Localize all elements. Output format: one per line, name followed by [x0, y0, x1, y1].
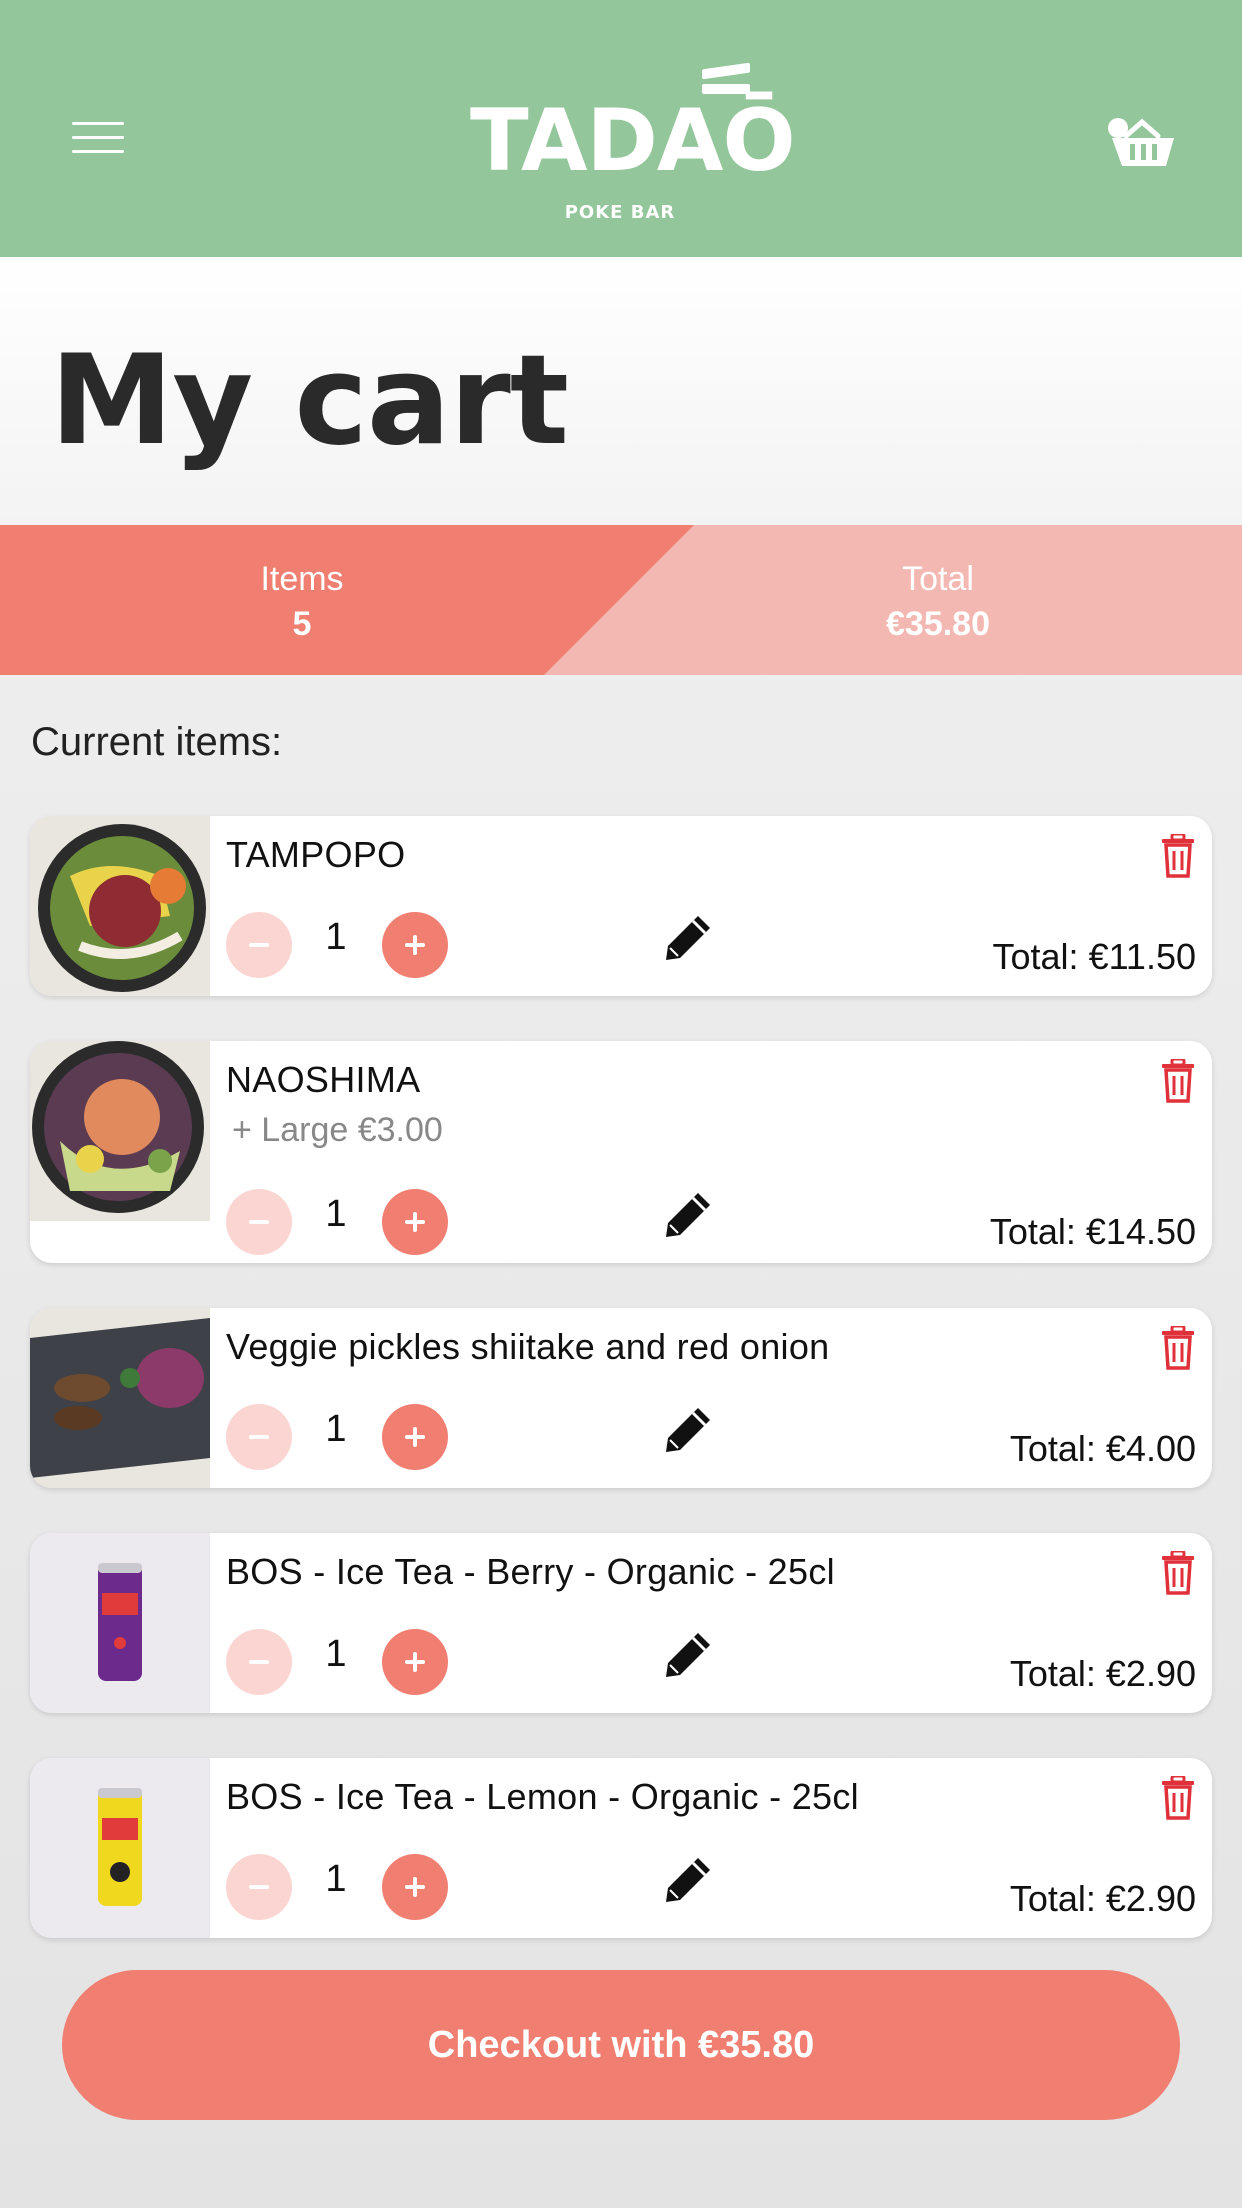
product-image	[30, 1533, 210, 1713]
pencil-icon[interactable]	[662, 1629, 714, 1681]
decrease-quantity-button[interactable]	[226, 1189, 292, 1255]
items-value: 5	[292, 605, 312, 643]
item-total: Total: €14.50	[989, 1211, 1196, 1252]
item-name: TAMPOPO	[226, 834, 406, 875]
cart-item: Veggie pickles shiitake and red onion 1 …	[30, 1308, 1212, 1488]
page-title: My cart	[50, 329, 569, 473]
item-total: Total: €4.00	[1009, 1428, 1196, 1469]
basket-icon[interactable]	[1106, 114, 1178, 170]
trash-icon[interactable]	[1160, 1326, 1196, 1370]
item-name: BOS - Ice Tea - Berry - Organic - 25cl	[226, 1551, 835, 1592]
pencil-icon[interactable]	[662, 1404, 714, 1456]
quantity-value: 1	[325, 916, 347, 958]
trash-icon[interactable]	[1160, 834, 1196, 878]
hamburger-menu-icon[interactable]	[72, 122, 126, 154]
trash-icon[interactable]	[1160, 1059, 1196, 1103]
brand-subtitle: POKE BAR	[564, 202, 676, 223]
items-count-block: Items 5	[52, 525, 552, 675]
decrease-quantity-button[interactable]	[226, 1404, 292, 1470]
trash-icon[interactable]	[1160, 1551, 1196, 1595]
cart-item: BOS - Ice Tea - Berry - Organic - 25cl 1…	[30, 1533, 1212, 1713]
cart-summary: Items 5 Total €35.80	[0, 525, 1242, 675]
item-name: BOS - Ice Tea - Lemon - Organic - 25cl	[226, 1776, 859, 1817]
section-label: Current items:	[31, 720, 283, 764]
quantity-value: 1	[325, 1193, 347, 1235]
product-image	[30, 1308, 210, 1488]
increase-quantity-button[interactable]	[382, 1189, 448, 1255]
increase-quantity-button[interactable]	[382, 1629, 448, 1695]
increase-quantity-button[interactable]	[382, 1854, 448, 1920]
decrease-quantity-button[interactable]	[226, 912, 292, 978]
product-image	[30, 1041, 210, 1221]
item-total: Total: €11.50	[992, 936, 1196, 977]
cart-item: TAMPOPO 1 Total: €11.50	[30, 816, 1212, 996]
title-area: My cart	[0, 257, 1242, 525]
checkout-button[interactable]: Checkout with €35.80	[62, 1970, 1180, 2120]
quantity-value: 1	[325, 1633, 347, 1675]
pencil-icon[interactable]	[662, 912, 714, 964]
increase-quantity-button[interactable]	[382, 1404, 448, 1470]
item-total: Total: €2.90	[1009, 1653, 1196, 1694]
item-name: NAOSHIMA	[226, 1059, 421, 1100]
items-label: Items	[260, 560, 344, 598]
pencil-icon[interactable]	[662, 1189, 714, 1241]
quantity-value: 1	[325, 1408, 347, 1450]
pencil-icon[interactable]	[662, 1854, 714, 1906]
item-total: Total: €2.90	[1009, 1878, 1196, 1919]
item-extra-option: + Large €3.00	[232, 1111, 443, 1149]
product-image	[30, 816, 210, 996]
cart-item: NAOSHIMA + Large €3.00 1 Total: €14.50	[30, 1041, 1212, 1263]
cart-item: BOS - Ice Tea - Lemon - Organic - 25cl 1…	[30, 1758, 1212, 1938]
trash-icon[interactable]	[1160, 1776, 1196, 1820]
decrease-quantity-button[interactable]	[226, 1854, 292, 1920]
brand-name: TADAŌ	[470, 91, 796, 191]
product-image	[30, 1758, 210, 1938]
total-block: Total €35.80	[688, 525, 1188, 675]
increase-quantity-button[interactable]	[382, 912, 448, 978]
quantity-value: 1	[325, 1858, 347, 1900]
item-name: Veggie pickles shiitake and red onion	[226, 1326, 830, 1367]
total-label: Total	[902, 560, 974, 598]
decrease-quantity-button[interactable]	[226, 1629, 292, 1695]
total-value: €35.80	[886, 605, 990, 643]
brand-logo[interactable]: TADAŌ POKE BAR	[470, 60, 796, 223]
app-header: TADAŌ POKE BAR	[0, 0, 1242, 257]
